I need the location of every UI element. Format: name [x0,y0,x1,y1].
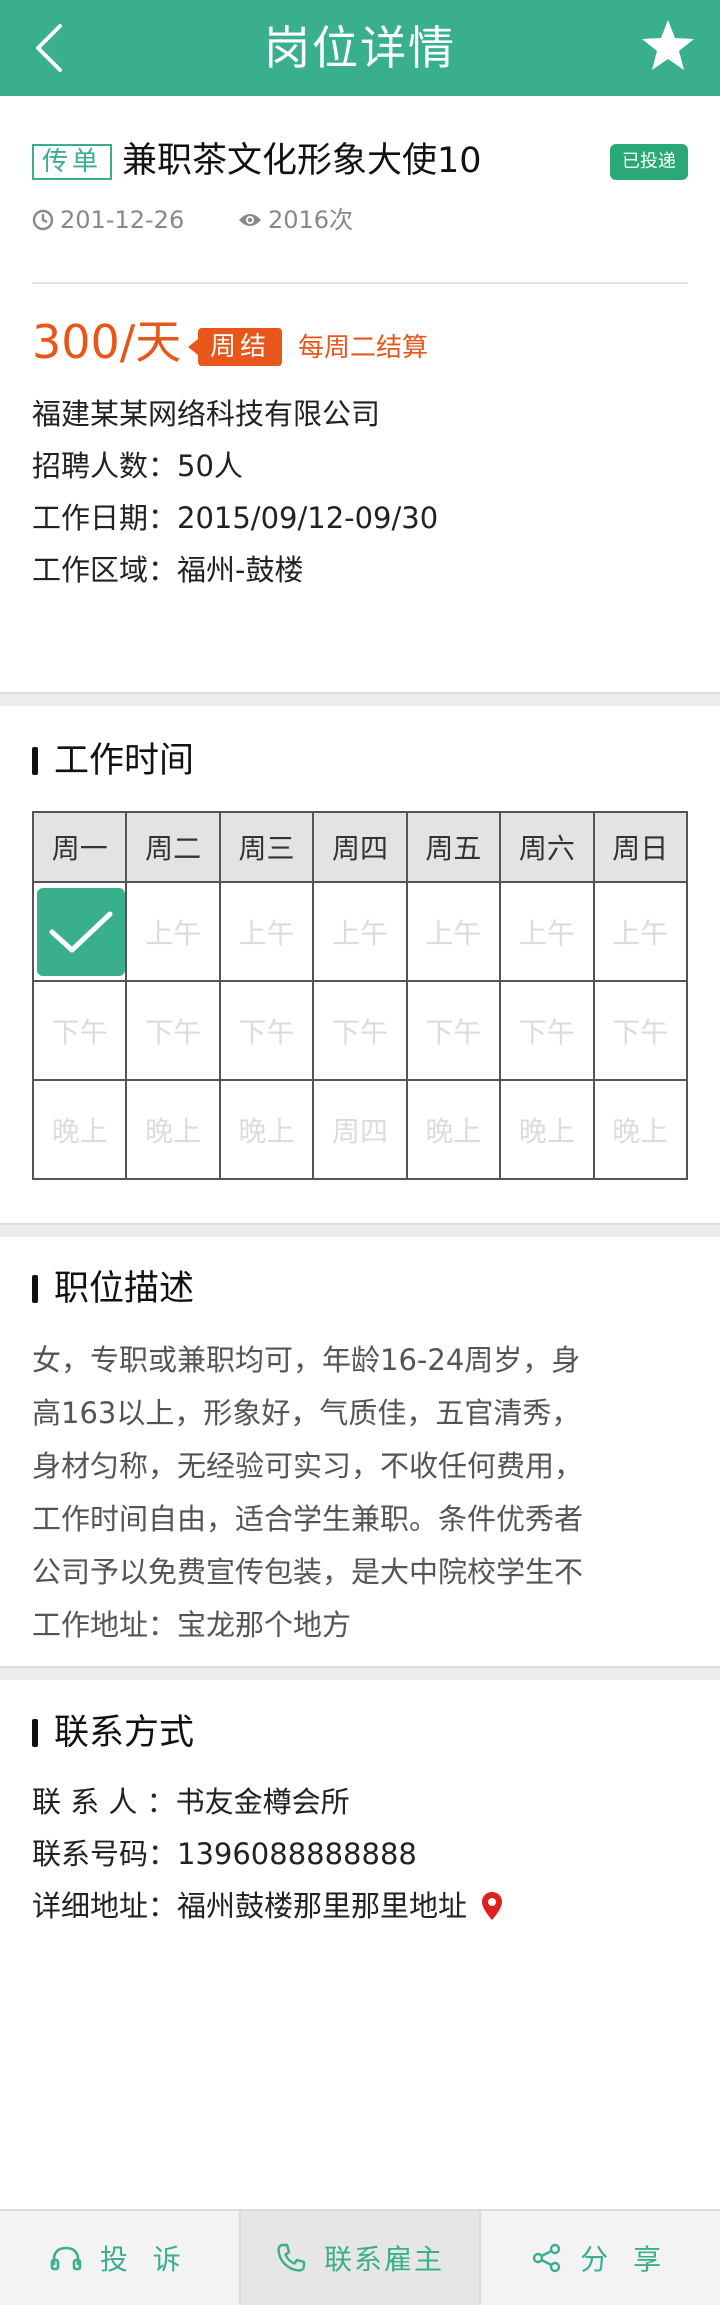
day-header: 周一 [31,811,128,883]
section-gap [0,692,720,706]
eye-icon [239,214,261,226]
heading-marker [32,747,38,775]
contact-employer-label: 联系雇主 [324,2243,445,2276]
job-category-tag: 传单 [32,144,113,180]
complain-label: 投 诉 [99,2243,189,2276]
schedule-cell[interactable]: 下午 [125,980,221,1081]
contact-heading: 联系方式 [32,1710,194,1756]
view-count: 2016次 [238,204,353,236]
contact-employer-button[interactable]: 联系雇主 [240,2211,482,2305]
schedule-cell[interactable]: 下午 [499,980,595,1081]
schedule-cell[interactable]: 下午 [312,980,408,1081]
schedule-cell[interactable]: 上午 [405,881,502,982]
salary: 300/天 [32,315,182,369]
section-gap [0,1666,720,1680]
contact-person: 联 系 人 ：书友金樽会所 [32,1785,350,1819]
schedule-cell[interactable]: 晚上 [31,1079,128,1180]
checkmark-icon [49,911,113,952]
work-time-title: 工作时间 [54,741,195,781]
description-line: 工作地址：宝龙那个地方 [32,1608,352,1642]
description-line: 高163以上，形象好，气质佳，五官清秀， [32,1396,581,1430]
schedule-cell-selected[interactable] [31,881,128,982]
post-date-text: 201-12-26 [60,206,185,234]
work-dates: 工作日期：2015/09/12-09/30 [32,501,439,535]
top-navigation-bar: 岗位详情 [0,0,720,96]
complain-button[interactable]: 投 诉 [0,2211,241,2305]
schedule-cell[interactable]: 上午 [218,881,315,982]
description-line: 工作时间自由，适合学生兼职。条件优秀者 [32,1502,584,1536]
schedule-cell[interactable]: 晚上 [218,1079,315,1180]
job-description: 女，专职或兼职均可，年龄16-24周岁，身 高163以上，形象好，气质佳，五官清… [32,1334,672,1652]
schedule-cell[interactable]: 晚上 [592,1079,689,1180]
contact-address: 详细地址：福州鼓楼那里那里地址 [32,1889,468,1923]
day-header: 周六 [499,811,595,883]
schedule-header-row: 周一 周二 周三 周四 周五 周六 周日 [31,811,689,883]
schedule-cell[interactable]: 下午 [31,980,128,1081]
schedule-cell[interactable]: 上午 [499,881,595,982]
schedule-cell[interactable]: 晚上 [125,1079,221,1180]
description-line: 公司予以免费宣传包装，是大中院校学生不 [32,1555,584,1589]
description-line: 女，专职或兼职均可，年龄16-24周岁，身 [32,1343,581,1377]
share-icon [533,2243,561,2273]
description-title: 职位描述 [54,1269,195,1309]
share-button[interactable]: 分 享 [481,2211,720,2305]
work-area: 工作区域：福州-鼓楼 [32,553,304,587]
schedule-row-evening: 晚上 晚上 晚上 周四 晚上 晚上 晚上 [31,1079,689,1180]
work-schedule-table: 周一 周二 周三 周四 周五 周六 周日 上午 上午 上午 上午 上午 上午 下… [31,811,689,1180]
job-summary: 传单 兼职茶文化形象大使10 已投递 201-12-26 2016次 300/天… [0,96,720,692]
contact-address-row: 详细地址：福州鼓楼那里那里地址 [32,1886,503,1926]
status-badge: 已投递 [610,144,688,180]
divider [32,282,688,284]
favorite-button[interactable] [640,18,696,74]
schedule-cell[interactable]: 上午 [592,881,689,982]
day-header: 周日 [592,811,689,883]
pay-cycle-badge: 周结 [187,328,283,366]
view-count-text: 2016次 [268,206,354,234]
clock-icon [32,209,54,231]
schedule-cell[interactable]: 晚上 [499,1079,595,1180]
contact-title: 联系方式 [54,1713,195,1753]
section-gap [0,1223,720,1237]
bottom-action-bar: 投 诉 联系雇主 分 享 [0,2209,720,2305]
heading-marker [32,1275,38,1303]
day-header: 周五 [405,811,502,883]
phone-icon [277,2243,306,2272]
job-title: 兼职茶文化形象大使10 [122,141,482,181]
day-header: 周四 [312,811,408,883]
schedule-cell[interactable]: 下午 [592,980,689,1081]
description-line: 身材匀称，无经验可实习，不收任何费用， [32,1449,584,1483]
company-name: 福建某某网络科技有限公司 [32,397,381,431]
map-pin-icon[interactable] [481,1891,503,1921]
star-icon [642,20,694,70]
work-time-heading: 工作时间 [32,738,194,784]
page-title: 岗位详情 [264,21,456,75]
schedule-cell[interactable]: 上午 [312,881,408,982]
schedule-cell[interactable]: 下午 [218,980,315,1081]
schedule-cell[interactable]: 周四 [312,1079,408,1180]
contact-phone[interactable]: 联系号码：1396088888888 [32,1834,417,1874]
post-date: 201-12-26 [32,204,184,236]
day-header: 周二 [125,811,221,883]
schedule-row-morning: 上午 上午 上午 上午 上午 上午 [31,881,689,982]
day-header: 周三 [218,811,315,883]
pay-note: 每周二结算 [298,333,429,363]
heading-marker [32,1719,38,1747]
schedule-cell[interactable]: 下午 [405,980,502,1081]
schedule-row-afternoon: 下午 下午 下午 下午 下午 下午 下午 [31,980,689,1081]
share-label: 分 享 [580,2243,670,2276]
headcount: 招聘人数：50人 [32,449,243,483]
schedule-cell[interactable]: 晚上 [405,1079,502,1180]
headset-icon [50,2246,82,2271]
selected-slot [37,887,125,976]
description-heading: 职位描述 [32,1266,194,1312]
schedule-cell[interactable]: 上午 [125,881,221,982]
